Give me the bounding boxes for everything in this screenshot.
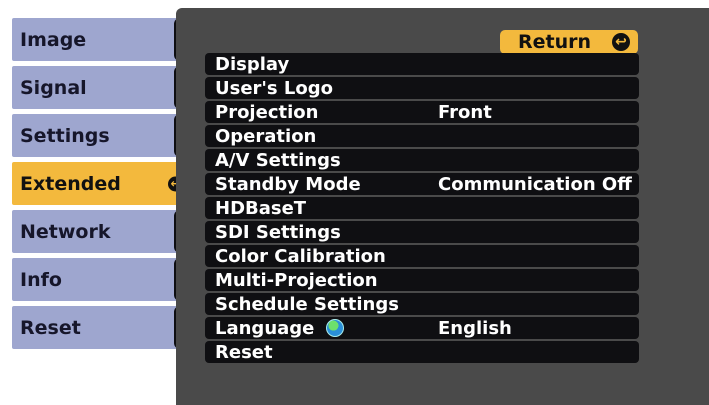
menu-item-schedule-settings[interactable]: Schedule Settings	[205, 293, 639, 315]
menu-item-display[interactable]: Display	[205, 53, 639, 75]
item-label: Language	[215, 317, 315, 339]
item-label: A/V Settings	[215, 149, 341, 171]
tab-label: Signal	[20, 76, 87, 99]
item-value: English	[438, 317, 512, 339]
item-label: Color Calibration	[215, 245, 386, 267]
enter-icon: ↩	[612, 33, 630, 51]
menu-item-users-logo[interactable]: User's Logo	[205, 77, 639, 99]
return-button[interactable]: Return ↩	[500, 30, 638, 54]
tab-settings[interactable]: Settings	[12, 114, 188, 157]
settings-list: Display User's Logo Projection Front Ope…	[205, 53, 639, 365]
tab-label: Settings	[20, 124, 110, 147]
menu-item-reset[interactable]: Reset	[205, 341, 639, 363]
tab-label: Info	[20, 268, 62, 291]
menu-item-color-calibration[interactable]: Color Calibration	[205, 245, 639, 267]
menu-item-projection[interactable]: Projection Front	[205, 101, 639, 123]
globe-icon	[326, 319, 345, 337]
item-label: Standby Mode	[215, 173, 361, 195]
tab-label: Extended	[20, 172, 121, 195]
tab-info[interactable]: Info	[12, 258, 188, 301]
item-value: Front	[438, 101, 492, 123]
item-label: Projection	[215, 101, 319, 123]
item-label: Schedule Settings	[215, 293, 399, 315]
item-label: User's Logo	[215, 77, 333, 99]
tab-label: Image	[20, 28, 87, 51]
return-label: Return	[518, 31, 592, 53]
tab-network[interactable]: Network	[12, 210, 188, 253]
menu-item-language[interactable]: Language English	[205, 317, 639, 339]
tab-extended[interactable]: Extended ↩	[12, 162, 188, 205]
tab-reset[interactable]: Reset	[12, 306, 188, 349]
tab-label: Reset	[20, 316, 81, 339]
item-label: SDI Settings	[215, 221, 341, 243]
item-label: HDBaseT	[215, 197, 307, 219]
menu-item-standby-mode[interactable]: Standby Mode Communication Off	[205, 173, 639, 195]
item-label: Reset	[215, 341, 273, 363]
menu-item-hdbaset[interactable]: HDBaseT	[205, 197, 639, 219]
menu-item-multi-projection[interactable]: Multi-Projection	[205, 269, 639, 291]
item-label: Multi-Projection	[215, 269, 378, 291]
left-menu: Image Signal Settings Extended ↩ Network…	[0, 0, 190, 405]
tab-label: Network	[20, 220, 111, 243]
tab-image[interactable]: Image	[12, 18, 188, 61]
menu-item-operation[interactable]: Operation	[205, 125, 639, 147]
item-value: Communication Off	[438, 173, 632, 195]
item-label: Operation	[215, 125, 317, 147]
menu-item-av-settings[interactable]: A/V Settings	[205, 149, 639, 171]
item-label: Display	[215, 53, 290, 75]
tab-signal[interactable]: Signal	[12, 66, 188, 109]
menu-item-sdi-settings[interactable]: SDI Settings	[205, 221, 639, 243]
